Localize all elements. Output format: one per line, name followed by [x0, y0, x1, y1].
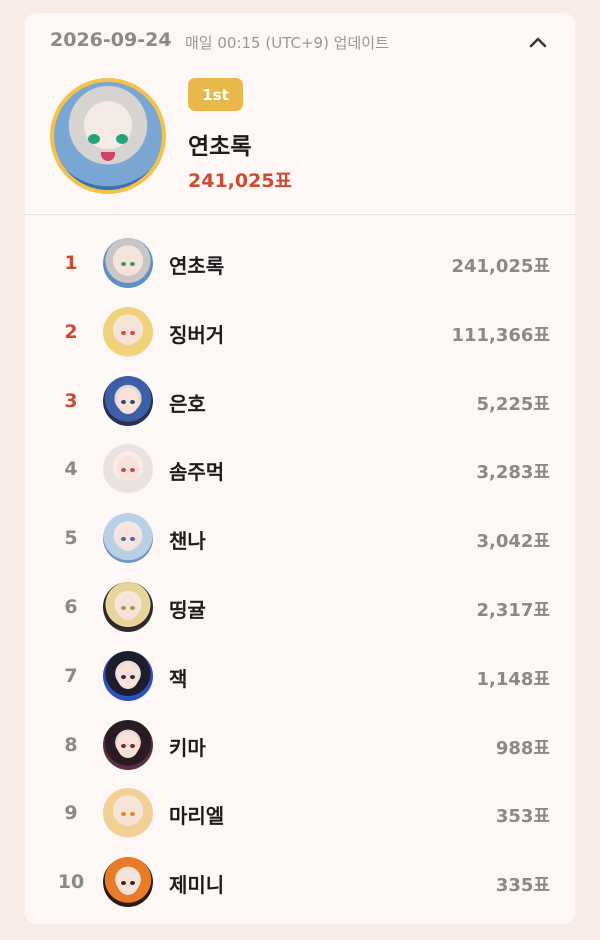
list-item[interactable]: 8 키마 988표 — [25, 710, 575, 779]
first-place-name[interactable]: 연초록 — [188, 127, 251, 161]
divider — [25, 214, 575, 215]
avatar — [103, 513, 153, 564]
update-schedule: 매일 00:15 (UTC+9) 업데이트 — [185, 34, 389, 52]
collapse-button[interactable] — [522, 29, 554, 55]
ranking-list: 1 연초록 241,025표 2 징버거 111,366표 3 은호 5,225… — [25, 228, 575, 916]
avatar — [103, 375, 153, 426]
rank-number: 5 — [64, 527, 78, 550]
rank-number: 6 — [64, 595, 78, 618]
streamer-name: 은호 — [169, 391, 206, 416]
rank-number: 9 — [64, 802, 78, 825]
avatar — [103, 788, 153, 839]
vote-count: 5,225표 — [476, 393, 551, 415]
chevron-up-icon — [529, 37, 547, 48]
vote-count: 2,317표 — [476, 599, 551, 621]
rank-number: 10 — [57, 871, 85, 894]
list-item[interactable]: 9 마리엘 353표 — [25, 778, 575, 847]
vote-count: 353표 — [495, 806, 550, 828]
vote-count: 241,025표 — [451, 256, 550, 277]
list-item[interactable]: 7 잭 1,148표 — [25, 641, 575, 710]
streamer-name: 잭 — [169, 666, 188, 691]
first-place-votes: 241,025표 — [188, 170, 293, 192]
ranking-header: 2026-09-24 매일 00:15 (UTC+9) 업데이트 — [25, 13, 575, 69]
first-place-avatar[interactable] — [50, 78, 166, 194]
streamer-name: 마리엘 — [169, 804, 225, 829]
vote-count: 111,366표 — [451, 324, 550, 346]
list-item[interactable]: 10 제미니 335표 — [25, 847, 575, 916]
list-item[interactable]: 5 챈나 3,042표 — [25, 503, 575, 572]
avatar — [103, 857, 153, 908]
avatar — [103, 719, 153, 770]
avatar — [103, 238, 153, 288]
avatar — [103, 306, 153, 357]
ranking-date: 2026-09-24 — [50, 29, 172, 51]
list-item[interactable]: 2 징버거 111,366표 — [25, 297, 575, 366]
rank-number: 4 — [64, 458, 78, 481]
streamer-name: 징버거 — [169, 322, 225, 347]
rank-number: 8 — [64, 733, 78, 756]
list-item[interactable]: 1 연초록 241,025표 — [25, 228, 575, 297]
list-item[interactable]: 4 솜주먹 3,283표 — [25, 434, 575, 503]
streamer-name: 제미니 — [169, 873, 225, 898]
avatar — [103, 650, 153, 701]
vote-count: 3,042표 — [476, 531, 551, 553]
rank-number: 3 — [64, 389, 78, 412]
streamer-name: 키마 — [169, 735, 206, 760]
streamer-name: 챈나 — [169, 529, 206, 554]
rank-number: 2 — [64, 320, 78, 343]
ranking-card: 2026-09-24 매일 00:15 (UTC+9) 업데이트 1st 연초록… — [25, 13, 575, 924]
list-item[interactable]: 3 은호 5,225표 — [25, 366, 575, 435]
list-item[interactable]: 6 띵귤 2,317표 — [25, 572, 575, 641]
streamer-name: 연초록 — [169, 254, 225, 278]
vote-count: 1,148표 — [476, 668, 551, 690]
streamer-name: 띵귤 — [169, 597, 206, 622]
rank-badge: 1st — [188, 78, 243, 111]
first-place-highlight: 1st 연초록 241,025표 — [25, 69, 575, 214]
avatar — [103, 444, 153, 495]
rank-number: 1 — [64, 252, 78, 274]
vote-count: 988표 — [495, 737, 550, 759]
streamer-name: 솜주먹 — [169, 460, 225, 485]
vote-count: 3,283표 — [476, 462, 551, 484]
rank-number: 7 — [64, 664, 78, 687]
vote-count: 335표 — [495, 875, 550, 897]
avatar — [103, 581, 153, 632]
